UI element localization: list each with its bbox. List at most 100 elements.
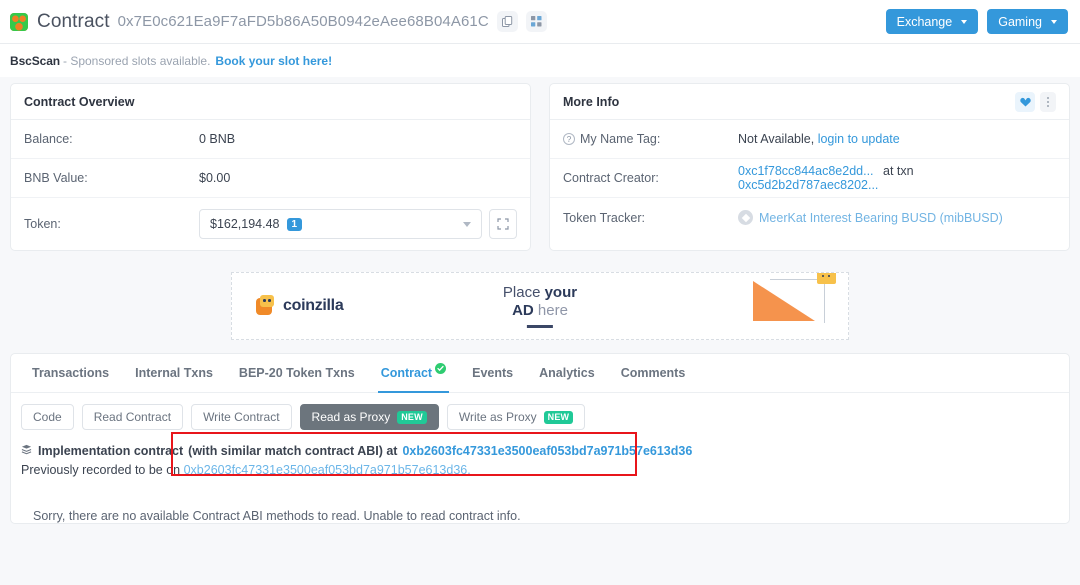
no-abi-message: Sorry, there are no available Contract A… (33, 508, 521, 523)
contract-panel: Transactions Internal Txns BEP-20 Token … (10, 353, 1070, 524)
token-label: Token: (24, 217, 61, 231)
tab-internal-txns[interactable]: Internal Txns (124, 354, 224, 393)
name-tag-value: Not Available, login to update (738, 132, 900, 146)
stack-layers-icon (21, 442, 32, 461)
question-mark-icon[interactable]: ? (563, 133, 575, 145)
summary-cards-row: Contract Overview Balance: 0 BNB BNB Val… (10, 77, 1070, 251)
qr-code-icon[interactable] (525, 11, 547, 32)
implementation-line2-prefix: Previously recorded to be on (21, 463, 181, 478)
tab-transactions[interactable]: Transactions (21, 354, 120, 393)
sponsored-bar: BscScan - Sponsored slots available. Boo… (0, 44, 1080, 77)
more-info-title: More Info (563, 94, 620, 109)
ad-line1-a: Place (502, 284, 545, 302)
name-tag-row: ? My Name Tag: Not Available, login to u… (550, 120, 1069, 159)
more-info-card: More Info ? My Name Tag: Not Available, … (549, 83, 1070, 251)
contract-address: 0x7E0c621Ea9F7aFD5b86A50B0942eAee68B04A6… (117, 13, 489, 30)
contract-overview-title: Contract Overview (11, 84, 530, 120)
tab-bar: Transactions Internal Txns BEP-20 Token … (11, 354, 1069, 393)
name-tag-label: ? My Name Tag: (563, 132, 738, 146)
page-header: Contract 0x7E0c621Ea9F7aFD5b86A50B0942eA… (0, 0, 1080, 44)
subtab-read-contract[interactable]: Read Contract (81, 404, 184, 430)
ad-underline (527, 324, 553, 328)
token-tracker-value: MeerKat Interest Bearing BUSD (mibBUSD) (738, 210, 1003, 225)
contract-creator-row: Contract Creator: 0xc1f78cc844ac8e2dd...… (550, 159, 1069, 198)
tab-transactions-label: Transactions (32, 366, 110, 380)
tab-internal-txns-label: Internal Txns (135, 366, 213, 380)
token-dropdown[interactable]: $162,194.48 1 (199, 209, 482, 239)
advertisement-wrapper: coinzilla Place your AD here (10, 251, 1070, 353)
token-icon (738, 210, 753, 225)
ad-line1-b: your (544, 284, 578, 302)
heart-icon[interactable] (1015, 91, 1035, 112)
login-to-update-link[interactable]: login to update (818, 132, 900, 146)
implementation-contract-area: Implementation contract (with similar ma… (11, 430, 1069, 481)
creator-address-link[interactable]: 0xc1f78cc844ac8e2dd... (738, 164, 874, 178)
coinzilla-brand: coinzilla (283, 297, 344, 314)
ad-flag-illustration (753, 273, 838, 339)
subtab-read-contract-label: Read Contract (93, 410, 172, 424)
gaming-button-label: Gaming (998, 14, 1042, 29)
gaming-button[interactable]: Gaming (987, 9, 1068, 34)
exchange-button-label: Exchange (896, 14, 953, 29)
expand-icon[interactable] (489, 209, 517, 239)
contract-identicon (10, 12, 28, 31)
tab-contract[interactable]: Contract (370, 354, 457, 393)
kebab-menu-icon[interactable] (1040, 91, 1056, 112)
subtab-write-contract[interactable]: Write Contract (191, 404, 292, 430)
token-row: Token: $162,194.48 1 (11, 198, 530, 250)
tab-analytics-label: Analytics (539, 366, 595, 380)
bnb-value-label: BNB Value: (24, 171, 88, 185)
tab-bep20-token-txns[interactable]: BEP-20 Token Txns (228, 354, 366, 393)
coinzilla-logo: coinzilla (254, 294, 344, 318)
name-tag-label-text: My Name Tag: (580, 132, 661, 146)
coinzilla-ad[interactable]: coinzilla Place your AD here (231, 272, 849, 340)
new-badge: NEW (397, 410, 427, 424)
chevron-down-icon (961, 19, 968, 24)
contract-creator-value: 0xc1f78cc844ac8e2dd... at txn 0xc5d2b2d7… (738, 164, 1056, 192)
token-tracker-link[interactable]: MeerKat Interest Bearing BUSD (mibBUSD) (759, 211, 1003, 225)
previous-implementation-address-link[interactable]: 0xb2603fc47331e3500eaf053bd7a971b57e613d… (184, 463, 468, 477)
bnb-value-row: BNB Value: $0.00 (11, 159, 530, 198)
ad-line-1: Place your (503, 284, 577, 302)
verified-check-icon (435, 363, 447, 374)
balance-row: Balance: 0 BNB (11, 120, 530, 159)
page-title: Contract (37, 10, 110, 32)
contract-overview-card: Contract Overview Balance: 0 BNB BNB Val… (10, 83, 531, 251)
implementation-address-link[interactable]: 0xb2603fc47331e3500eaf053bd7a971b57e613d… (402, 442, 692, 461)
balance-value: 0 BNB (199, 132, 236, 146)
subtab-write-as-proxy[interactable]: Write as Proxy NEW (446, 404, 586, 430)
implementation-line1-prefix: Implementation contract (38, 444, 184, 458)
tab-comments[interactable]: Comments (610, 354, 697, 393)
book-slot-link[interactable]: Book your slot here! (215, 54, 332, 68)
chevron-down-icon (1051, 19, 1057, 24)
subtab-read-as-proxy[interactable]: Read as Proxy NEW (299, 404, 439, 430)
tab-events[interactable]: Events (461, 354, 524, 393)
balance-label: Balance: (24, 132, 73, 146)
tab-comments-label: Comments (620, 366, 686, 380)
creator-txn-link[interactable]: 0xc5d2b2d787aec8202... (738, 178, 878, 192)
subtab-read-as-proxy-label: Read as Proxy (311, 410, 391, 424)
tab-contract-label: Contract (380, 366, 433, 380)
implementation-line1-mid: (with similar match contract ABI) at (188, 444, 398, 458)
name-tag-status: Not Available, (738, 132, 815, 146)
main-canvas: Contract Overview Balance: 0 BNB BNB Val… (0, 77, 1080, 585)
sub-tab-bar: Code Read Contract Write Contract Read a… (11, 393, 1069, 430)
subtab-write-as-proxy-label: Write as Proxy (458, 410, 537, 424)
exchange-button[interactable]: Exchange (885, 9, 979, 34)
copy-icon[interactable] (496, 11, 518, 32)
ad-line2-b: here (533, 302, 568, 319)
contract-creator-label: Contract Creator: (563, 171, 659, 185)
tab-analytics[interactable]: Analytics (528, 354, 606, 393)
tab-bep20-token-txns-label: BEP-20 Token Txns (238, 366, 355, 380)
ad-line2-a: AD (512, 302, 534, 319)
implementation-line-1: Implementation contract (with similar ma… (21, 442, 1059, 461)
creator-at-txn-text: at txn (883, 164, 914, 178)
ad-placeholder-text: Place your AD here (503, 284, 577, 328)
new-badge: NEW (543, 410, 574, 424)
token-tracker-label: Token Tracker: (563, 210, 645, 225)
subtab-code[interactable]: Code (21, 404, 74, 430)
ad-line-2: AD here (503, 302, 577, 320)
token-tracker-row: Token Tracker: MeerKat Interest Bearing … (550, 198, 1069, 237)
implementation-line2-suffix: . (467, 463, 471, 478)
subtab-write-contract-label: Write Contract (203, 410, 280, 424)
